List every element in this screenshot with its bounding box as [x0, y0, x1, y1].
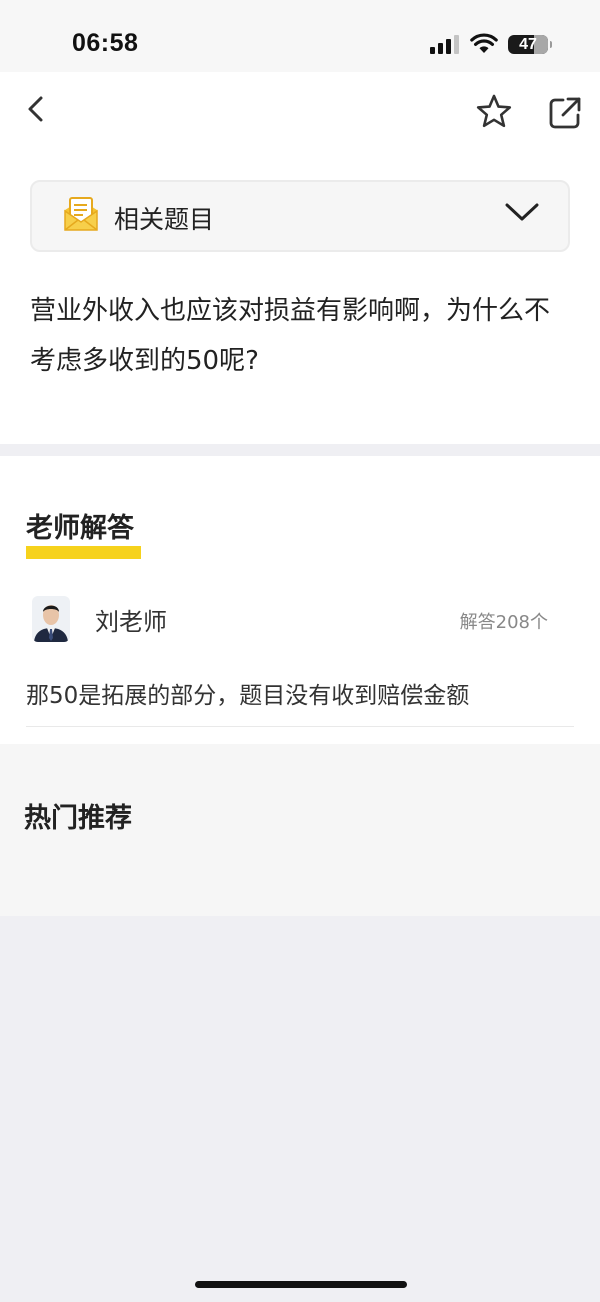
battery-indicator: 47	[508, 35, 552, 54]
heading-underline	[26, 546, 141, 559]
battery-level: 47	[519, 36, 537, 53]
teacher-answer-section: 老师解答 刘老师 解答208个 那50是拓展的部分，题目没有收到赔偿金额	[0, 456, 600, 744]
envelope-document-icon	[64, 197, 98, 231]
answer-heading: 老师解答	[26, 513, 134, 544]
question-section: 相关题目 营业外收入也应该对损益有影响啊，为什么不考虑多收到的50呢?	[0, 72, 600, 444]
home-indicator[interactable]	[195, 1281, 407, 1288]
answer-text: 那50是拓展的部分，题目没有收到赔偿金额	[26, 683, 470, 709]
hot-recommendations-title: 热门推荐	[24, 803, 132, 834]
divider	[26, 726, 574, 727]
teacher-avatar[interactable]	[32, 596, 70, 642]
star-icon[interactable]	[474, 92, 514, 132]
share-external-icon[interactable]	[546, 94, 584, 132]
related-questions-dropdown[interactable]: 相关题目	[30, 180, 570, 252]
wifi-icon	[470, 33, 498, 53]
chevron-down-icon[interactable]	[504, 200, 540, 224]
hot-recommendations-section: 热门推荐	[0, 744, 600, 916]
cellular-signal-icon	[430, 35, 459, 54]
chevron-left-icon[interactable]	[22, 94, 50, 124]
status-bar: 06:58 47	[0, 0, 600, 72]
teacher-name[interactable]: 刘老师	[95, 602, 167, 637]
question-text: 营业外收入也应该对损益有影响啊，为什么不考虑多收到的50呢?	[30, 296, 551, 376]
related-questions-label: 相关题目	[114, 205, 215, 234]
answer-count: 解答208个	[459, 612, 548, 633]
status-time: 06:58	[72, 29, 139, 57]
